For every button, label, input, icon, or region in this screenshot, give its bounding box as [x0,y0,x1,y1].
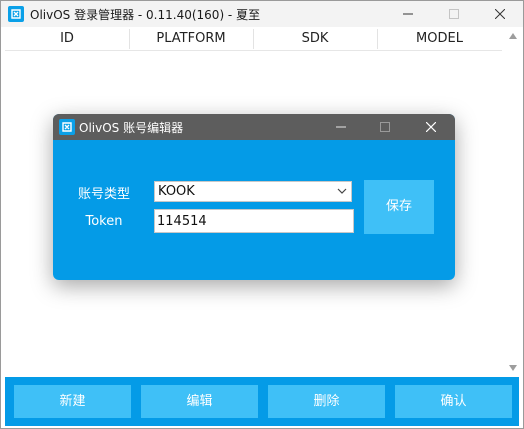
maximize-icon [380,122,390,132]
dialog-titlebar[interactable]: OlivOS 账号编辑器 [53,114,455,140]
minimize-icon [336,126,346,128]
confirm-button[interactable]: 确认 [395,385,512,418]
token-input[interactable] [154,209,354,233]
dialog-maximize-button [363,114,407,140]
new-button[interactable]: 新建 [14,385,131,418]
minimize-icon [403,13,413,15]
column-header-id[interactable]: ID [5,27,129,50]
scroll-down-arrow-icon[interactable] [509,365,517,371]
close-icon [426,122,436,132]
olivos-dialog-icon [59,119,75,135]
chevron-down-icon [337,188,347,194]
scroll-up-arrow-icon[interactable] [509,33,517,39]
main-titlebar: OlivOS 登录管理器 - 0.11.40(160) - 夏至 [1,1,523,27]
edit-button[interactable]: 编辑 [141,385,258,418]
table-header: ID PLATFORM SDK MODEL [5,27,502,51]
delete-button[interactable]: 删除 [268,385,385,418]
dialog-minimize-button[interactable] [319,114,363,140]
account-type-value: KOOK [158,184,195,199]
maximize-icon [449,9,459,19]
token-label: Token [85,214,123,229]
main-window-title: OlivOS 登录管理器 - 0.11.40(160) - 夏至 [30,8,261,22]
dialog-title: OlivOS 账号编辑器 [79,121,184,135]
maximize-button [431,1,477,27]
minimize-button[interactable] [385,1,431,27]
dialog-close-button[interactable] [409,114,453,140]
vertical-scrollbar[interactable] [503,27,523,377]
close-button[interactable] [477,1,523,27]
column-header-platform[interactable]: PLATFORM [129,27,253,50]
close-icon [495,9,505,19]
account-type-select[interactable]: KOOK [154,181,352,202]
account-type-label: 账号类型 [77,187,130,202]
account-editor-dialog: OlivOS 账号编辑器 账号类型 KOOK Token 保存 [53,114,455,280]
column-header-model[interactable]: MODEL [377,27,502,50]
column-header-sdk[interactable]: SDK [253,27,377,50]
bottom-button-bar: 新建 编辑 删除 确认 [5,377,519,426]
save-button[interactable]: 保存 [364,180,434,234]
olivos-app-icon [8,6,24,22]
